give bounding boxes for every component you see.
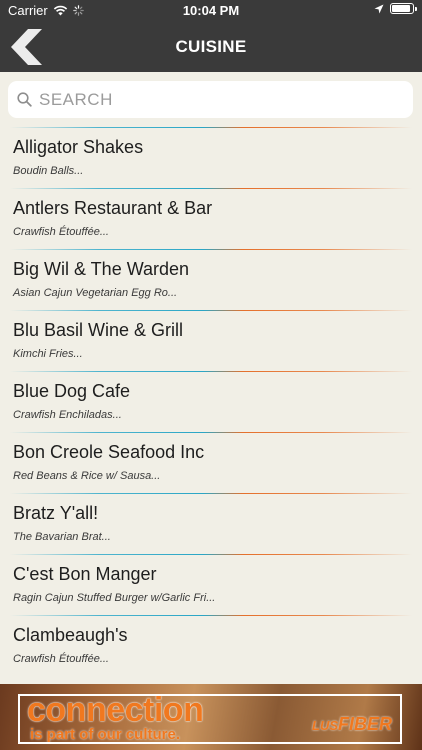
restaurant-dish: Crawfish Étouffée...	[13, 653, 109, 665]
restaurant-name: Alligator Shakes	[13, 137, 144, 157]
restaurant-name: Big Wil & The Warden	[13, 259, 190, 279]
ad-brand-suffix: FIBER	[338, 714, 392, 734]
restaurant-name: Bon Creole Seafood Inc	[13, 442, 205, 462]
search-icon	[17, 92, 32, 107]
search-input[interactable]	[39, 84, 413, 115]
restaurant-name: Clambeaugh's	[13, 625, 128, 645]
restaurant-dish: Ragin Cajun Stuffed Burger w/Garlic Fri.…	[13, 592, 216, 604]
list-divider	[10, 371, 412, 372]
restaurant-dish: Boudin Balls...	[13, 165, 84, 177]
list-divider	[10, 615, 412, 616]
list-divider	[10, 310, 412, 311]
restaurant-list: Alligator Shakes Boudin Balls... Antlers R…	[0, 126, 422, 682]
list-item[interactable]: Bratz Y'all! The Bavarian Brat...	[0, 492, 422, 553]
list-divider	[10, 249, 412, 250]
list-item[interactable]: C'est Bon Manger Ragin Cajun Stuffed Burg…	[0, 553, 422, 614]
battery-fill	[392, 5, 410, 12]
search-bar	[8, 81, 413, 118]
restaurant-dish: Asian Cajun Vegetarian Egg Ro...	[13, 287, 178, 299]
restaurant-dish: Kimchi Fries...	[13, 348, 83, 360]
chevron-left-icon	[11, 29, 42, 65]
restaurant-name: Bratz Y'all!	[13, 503, 99, 523]
status-bar: Carrier 10:04 PM	[0, 0, 422, 22]
list-item[interactable]: Big Wil & The Warden Asian Cajun Vegetari…	[0, 248, 422, 309]
status-time: 10:04 PM	[182, 3, 240, 18]
search-box[interactable]	[8, 81, 413, 118]
location-arrow-icon	[374, 4, 384, 13]
back-button[interactable]	[8, 26, 48, 68]
ad-banner[interactable]: connection is part of our culture. LUSFI…	[0, 684, 422, 750]
restaurant-name: Blu Basil Wine & Grill	[13, 320, 184, 340]
list-divider	[10, 188, 412, 189]
list-item[interactable]: Blue Dog Cafe Crawfish Enchiladas...	[0, 370, 422, 431]
restaurant-name: Blue Dog Cafe	[13, 381, 131, 401]
list-divider	[10, 554, 412, 555]
ad-tagline: is part of our culture.	[30, 726, 181, 743]
list-item[interactable]: Clambeaugh's Crawfish Étouffée...	[0, 614, 422, 675]
restaurant-dish: Crawfish Étouffée...	[13, 226, 109, 238]
page-title: CUISINE	[175, 37, 247, 56]
list-item[interactable]: Bon Creole Seafood Inc Red Beans & Rice w…	[0, 431, 422, 492]
list-item[interactable]: Alligator Shakes Boudin Balls...	[0, 126, 422, 187]
restaurant-dish: The Bavarian Brat...	[13, 531, 111, 543]
list-divider	[10, 127, 412, 128]
restaurant-name: Antlers Restaurant & Bar	[13, 198, 213, 218]
nav-bar: CUISINE	[0, 22, 422, 72]
list-item[interactable]: Antlers Restaurant & Bar Crawfish Étouffé…	[0, 187, 422, 248]
status-right	[374, 3, 417, 14]
restaurant-name: C'est Bon Manger	[13, 564, 157, 584]
restaurant-dish: Crawfish Enchiladas...	[13, 409, 122, 421]
list-divider	[10, 432, 412, 433]
battery-tip	[415, 7, 417, 11]
ad-headline: connection	[27, 691, 204, 729]
list-item[interactable]: Blu Basil Wine & Grill Kimchi Fries...	[0, 309, 422, 370]
ad-brand-prefix: LUS	[312, 718, 338, 733]
list-divider	[10, 493, 412, 494]
restaurant-dish: Red Beans & Rice w/ Sausa...	[13, 470, 161, 482]
battery-icon	[390, 3, 417, 14]
ad-brand-logo: LUSFIBER	[312, 714, 392, 736]
